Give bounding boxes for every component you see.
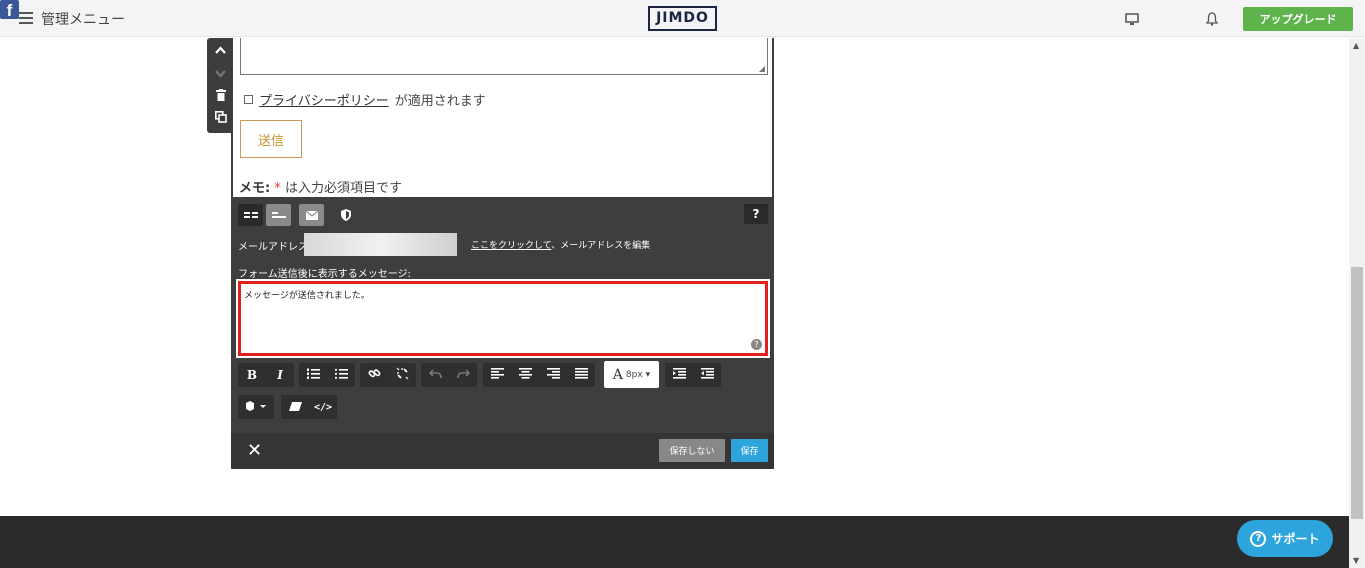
page-footer <box>0 516 1349 568</box>
move-down-icon[interactable] <box>207 67 234 81</box>
indent-group <box>665 363 721 387</box>
font-size-value: 8px <box>625 369 643 380</box>
move-up-icon[interactable] <box>207 43 234 57</box>
confirmation-message-editor[interactable]: メッセージが送信されました。 ? <box>236 279 770 358</box>
link-icon[interactable] <box>360 367 388 383</box>
font-size-select[interactable]: A 8px ▾ <box>604 361 659 388</box>
outdent-icon[interactable] <box>693 368 721 382</box>
message-textarea[interactable]: ◢ <box>240 38 768 75</box>
tab-fields-icon[interactable] <box>266 204 291 226</box>
module-side-toolbar <box>207 38 234 133</box>
panel-footer: ✕ 保存しない 保存 <box>231 433 774 469</box>
discard-button[interactable]: 保存しない <box>659 439 725 462</box>
desktop-preview-icon[interactable] <box>1124 9 1140 29</box>
required-star: * <box>274 181 281 196</box>
memo-prefix: メモ: <box>239 181 271 196</box>
email-edit-note: ここをクリックして、メールアドレスを編集 <box>471 238 650 251</box>
tab-email-icon[interactable] <box>299 204 324 226</box>
align-right-icon[interactable] <box>539 368 567 382</box>
email-edit-link[interactable]: ここをクリックして <box>471 241 551 251</box>
confirmation-message-text[interactable]: メッセージが送信されました。 <box>244 288 370 301</box>
unordered-list-icon[interactable] <box>327 368 355 383</box>
tab-layout-icon[interactable] <box>238 204 263 226</box>
align-justify-icon[interactable] <box>567 368 595 382</box>
close-icon[interactable]: ✕ <box>247 440 262 461</box>
admin-menu-label[interactable]: 管理メニュー <box>41 9 125 29</box>
font-size-icon: A <box>612 366 623 383</box>
resize-handle-icon[interactable]: ◢ <box>759 64 765 73</box>
save-button[interactable]: 保存 <box>731 439 768 462</box>
form-settings-panel: ? メールアドレス ここをクリックして、メールアドレスを編集 フォーム送信後に表… <box>231 197 774 469</box>
redo-icon[interactable] <box>449 368 477 382</box>
chevron-down-icon: ▾ <box>645 369 651 380</box>
email-address-redacted <box>304 233 457 256</box>
memo-suffix: は入力必須項目です <box>284 181 402 196</box>
email-label: メールアドレス <box>238 242 308 253</box>
unlink-icon[interactable] <box>388 367 416 383</box>
facebook-icon[interactable]: f <box>0 0 19 19</box>
privacy-row: プライバシーポリシー が適用されます <box>244 90 486 109</box>
memo-note: メモ: * は入力必須項目です <box>239 177 402 196</box>
history-group <box>421 363 477 387</box>
help-button[interactable]: ? <box>744 204 768 224</box>
contact-form-module: ◢ プライバシーポリシー が適用されます 送信 メモ: * は入力必須項目です <box>231 38 774 198</box>
bell-icon[interactable] <box>1204 9 1220 29</box>
copy-icon[interactable] <box>207 111 234 126</box>
upgrade-button[interactable]: アップグレード <box>1243 7 1353 31</box>
hamburger-icon[interactable] <box>19 12 33 24</box>
bold-icon[interactable]: B <box>238 368 266 382</box>
support-button[interactable]: ? サポート <box>1237 520 1333 557</box>
color-picker-icon <box>238 400 274 414</box>
text-style-group: B I <box>238 363 294 387</box>
align-center-icon[interactable] <box>511 368 539 382</box>
top-bar: 管理メニュー JIMDO f アップグレード <box>0 0 1365 37</box>
trash-icon[interactable] <box>207 89 234 104</box>
link-group <box>360 363 416 387</box>
misc-group: </> <box>281 395 337 419</box>
privacy-policy-link[interactable]: プライバシーポリシー <box>259 90 389 109</box>
page-scrollbar[interactable]: ▲ ▼ <box>1349 38 1365 568</box>
tab-shield-icon[interactable] <box>333 204 358 226</box>
jimdo-logo[interactable]: JIMDO <box>648 6 717 31</box>
privacy-checkbox[interactable] <box>244 95 253 104</box>
support-label: サポート <box>1271 532 1320 546</box>
editor-help-icon[interactable]: ? <box>751 339 762 350</box>
scroll-up-icon[interactable]: ▲ <box>1353 41 1359 50</box>
privacy-suffix: が適用されます <box>394 94 486 109</box>
color-picker[interactable] <box>238 395 274 419</box>
question-icon: ? <box>1250 530 1267 547</box>
ordered-list-icon[interactable] <box>299 368 327 383</box>
message-label: フォーム送信後に表示するメッセージ: <box>238 269 411 280</box>
send-button[interactable]: 送信 <box>240 120 302 158</box>
align-left-icon[interactable] <box>483 368 511 382</box>
html-code-icon[interactable]: </> <box>309 402 337 413</box>
email-edit-suffix: 、メールアドレスを編集 <box>551 241 651 251</box>
undo-icon[interactable] <box>421 368 449 382</box>
scroll-thumb[interactable] <box>1351 267 1363 519</box>
italic-icon[interactable]: I <box>266 368 294 382</box>
eraser-icon[interactable] <box>281 400 309 414</box>
alignment-group <box>483 363 595 387</box>
indent-icon[interactable] <box>665 368 693 382</box>
scroll-down-icon[interactable]: ▼ <box>1353 556 1359 565</box>
list-group <box>299 363 355 387</box>
